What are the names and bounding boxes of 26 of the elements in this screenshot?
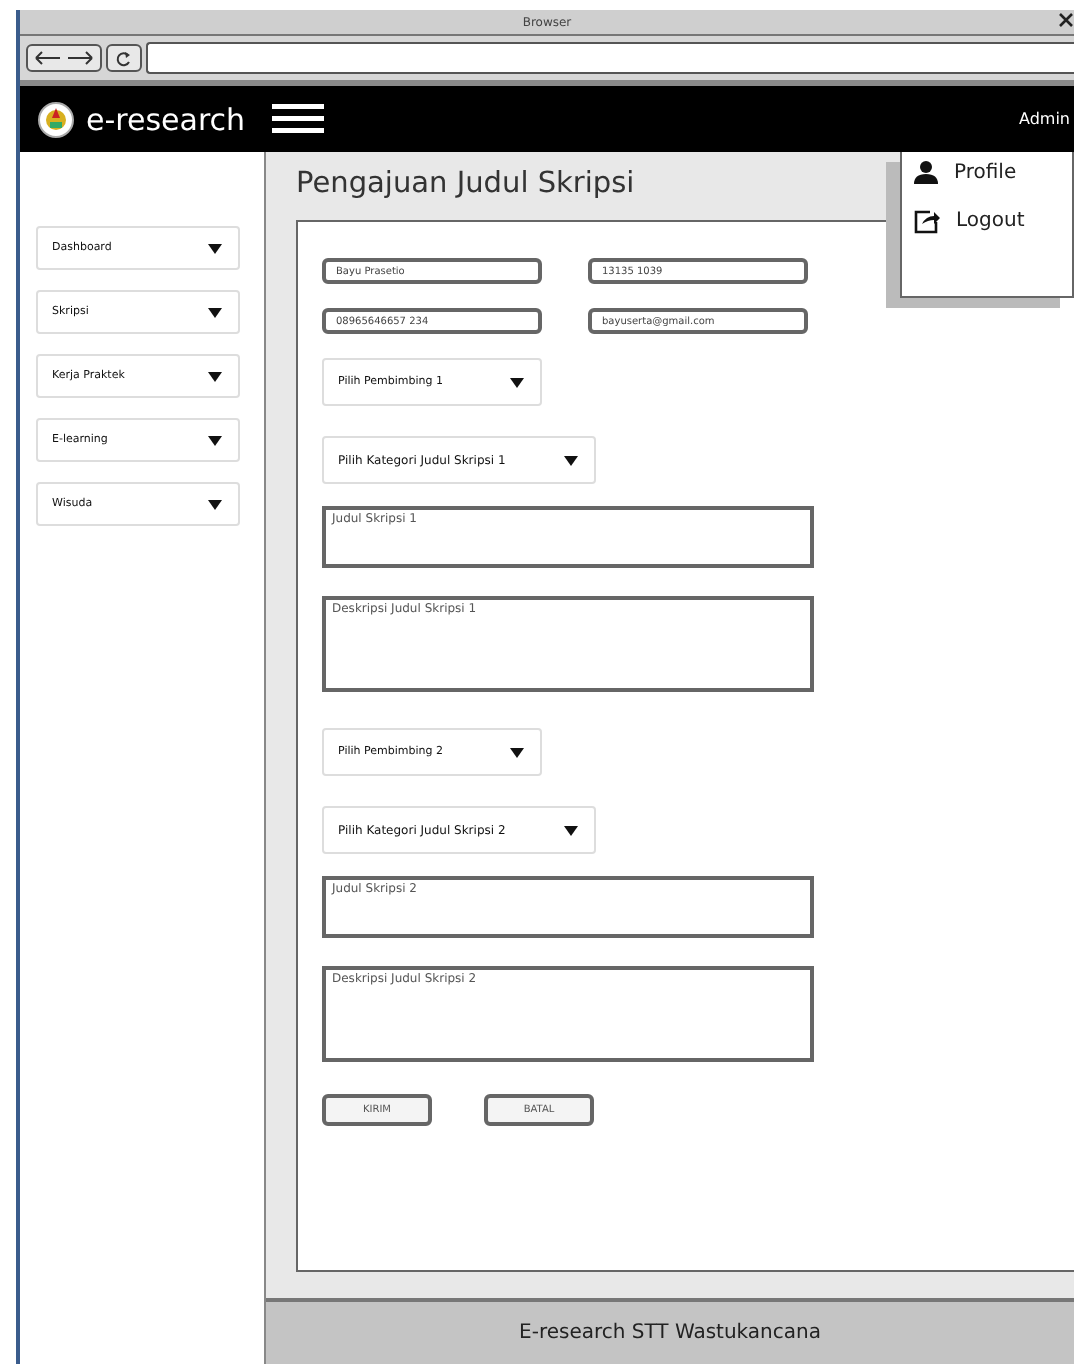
menu-item[interactable]: Profile bbox=[914, 160, 1072, 184]
address-field[interactable] bbox=[146, 42, 1074, 74]
caret-icon bbox=[564, 825, 578, 835]
caret-icon bbox=[208, 307, 222, 317]
back-forward-buttons[interactable] bbox=[26, 44, 102, 72]
share-arrow-icon bbox=[914, 208, 940, 234]
caret-icon bbox=[564, 455, 578, 465]
footer-text: E-research STT Wastukancana bbox=[266, 1298, 1074, 1364]
logo-icon bbox=[36, 99, 76, 139]
caret-icon bbox=[208, 371, 222, 381]
menu-icon[interactable] bbox=[271, 104, 324, 134]
caret-icon bbox=[510, 747, 524, 757]
person-icon bbox=[914, 160, 938, 184]
reload-button[interactable] bbox=[106, 44, 142, 72]
caret-icon bbox=[208, 435, 222, 445]
back-arrow-icon[interactable] bbox=[34, 50, 62, 66]
close-icon[interactable] bbox=[1058, 12, 1074, 28]
user-name[interactable]: Admin bbox=[1019, 110, 1074, 128]
caret-icon bbox=[510, 377, 524, 387]
menu-item[interactable]: Logout bbox=[914, 208, 1072, 234]
caret-icon bbox=[208, 243, 222, 253]
caret-icon bbox=[208, 499, 222, 509]
page-title: Pengajuan Judul Skripsi bbox=[296, 168, 635, 200]
forward-arrow-icon[interactable] bbox=[66, 50, 94, 66]
app-name: e-research bbox=[86, 101, 246, 137]
reload-icon bbox=[114, 49, 134, 67]
